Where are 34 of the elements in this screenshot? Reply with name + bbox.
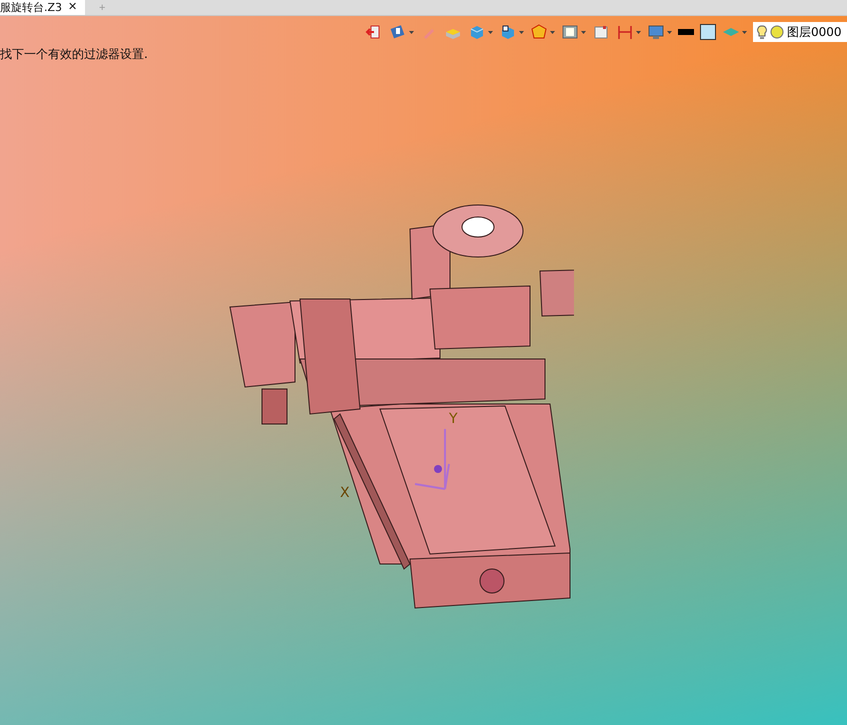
line-swatch-icon: [678, 29, 694, 35]
axis-label: X: [340, 485, 350, 501]
fill-swatch-icon: [700, 24, 716, 40]
axis-triad-drawing: [414, 428, 450, 490]
axis-label: Y: [449, 411, 458, 427]
lightbulb-icon: [757, 24, 767, 40]
cube-icon: [468, 23, 486, 41]
fill-color-tool[interactable]: [700, 24, 716, 40]
caret-icon[interactable]: [581, 30, 586, 34]
monitor-tool[interactable]: [647, 23, 672, 41]
document-tool[interactable]: [389, 23, 414, 41]
cube-view-icon: [499, 23, 517, 41]
caret-icon[interactable]: [488, 30, 493, 34]
frame-tool[interactable]: [561, 23, 586, 41]
caret-icon[interactable]: [667, 30, 672, 34]
caret-icon[interactable]: [550, 30, 555, 34]
dimension-icon: [616, 23, 634, 41]
polygon-tool[interactable]: [530, 23, 555, 41]
square-icon: [592, 23, 610, 41]
caret-icon[interactable]: [636, 30, 641, 34]
caret-icon[interactable]: [519, 30, 524, 34]
document-tab[interactable]: 服旋转台.Z3 ✕: [0, 0, 86, 15]
caret-icon[interactable]: [409, 30, 414, 34]
polygon-icon: [530, 23, 548, 41]
square-tool[interactable]: [592, 23, 610, 41]
cube-view-tool[interactable]: [499, 23, 524, 41]
monitor-icon: [647, 23, 665, 41]
frame-icon: [561, 23, 579, 41]
caret-icon[interactable]: [742, 30, 747, 34]
layer-selector[interactable]: 图层0000: [753, 22, 847, 42]
close-button[interactable]: ✕: [68, 1, 78, 14]
line-color-tool[interactable]: [678, 29, 694, 35]
dimension-tool[interactable]: [616, 23, 641, 41]
status-message: 找下一个有效的过滤器设置.: [0, 46, 148, 63]
